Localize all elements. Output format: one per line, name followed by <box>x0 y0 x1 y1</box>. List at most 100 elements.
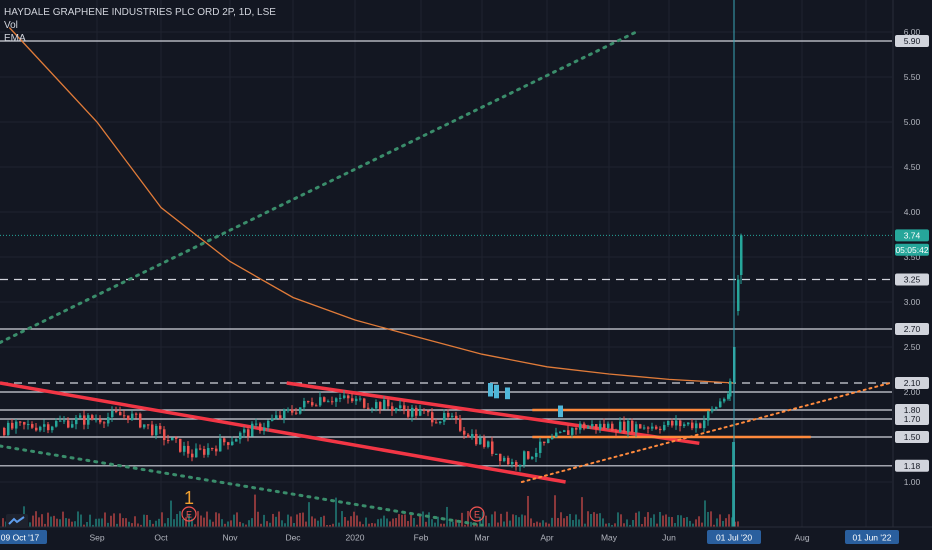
candle-body <box>567 430 570 435</box>
volume-bar <box>173 519 175 527</box>
volume-bar <box>656 523 658 527</box>
annotation-label: 1 <box>184 488 194 508</box>
volume-bar <box>425 521 427 527</box>
volume-bar <box>539 522 541 527</box>
candle-body <box>135 413 138 415</box>
tradingview-logo-icon[interactable] <box>6 514 28 528</box>
time-axis[interactable]: 09 Oct '17 Sep Oct Nov Dec 2020 Feb Mar Apr May Ju… <box>0 526 932 550</box>
volume-bar <box>584 523 586 527</box>
candle-body <box>19 421 22 423</box>
candle-body <box>631 420 634 433</box>
volume-bar <box>590 513 592 527</box>
volume-bar <box>377 519 379 527</box>
volume-bar <box>701 522 703 527</box>
volume-bars <box>2 442 739 527</box>
volume-bar <box>527 495 529 527</box>
candle-body <box>591 424 594 427</box>
candle-body <box>271 418 274 421</box>
volume-bar <box>131 523 133 527</box>
time-tick-label: Oct <box>154 533 168 543</box>
volume-bar <box>599 513 601 527</box>
volume-bar <box>302 512 304 527</box>
candle-body <box>91 415 94 420</box>
volume-bar <box>137 523 139 527</box>
volume-bar <box>242 523 244 527</box>
volume-bar <box>689 520 691 527</box>
price-tick-label: 2.50 <box>904 342 921 352</box>
candle-body <box>651 426 654 429</box>
volume-bar <box>665 514 667 527</box>
price-label-text: 3.74 <box>904 230 921 240</box>
volume-bar <box>659 511 661 527</box>
price-axis[interactable]: 6.005.505.004.504.003.503.002.502.001.50… <box>892 0 932 527</box>
candle-body <box>575 428 578 430</box>
volume-bar <box>605 523 607 527</box>
volume-bar <box>485 515 487 527</box>
candle-body <box>279 415 282 419</box>
candle-body <box>139 413 142 428</box>
volume-bar <box>77 511 79 527</box>
volume-bar <box>341 511 343 527</box>
volume-bar <box>176 513 178 527</box>
candle-body <box>219 438 222 452</box>
price-chart[interactable]: E E1 6.005.505.004.504.003.503.002.502.00… <box>0 0 932 550</box>
candle-body <box>579 423 582 430</box>
candle-body <box>723 398 726 402</box>
candle-body <box>115 410 118 413</box>
volume-bar <box>449 521 451 527</box>
candle-body <box>599 423 602 430</box>
candle-body <box>647 427 650 429</box>
legend-ema[interactable]: EMA <box>4 32 276 45</box>
candle-body <box>711 408 714 412</box>
volume-bar <box>500 513 502 527</box>
volume-bar <box>89 514 91 527</box>
candle-body <box>379 402 382 410</box>
volume-bar <box>86 521 88 527</box>
candle-body <box>415 407 418 416</box>
event-markers[interactable]: E E 1 <box>181 488 485 522</box>
volume-bar <box>206 511 208 527</box>
price-label-text: 3.25 <box>904 275 921 285</box>
volume-bar <box>221 519 223 527</box>
candle-body <box>95 419 98 421</box>
candle-body <box>663 425 666 431</box>
candle-body <box>431 412 434 423</box>
volume-bar <box>608 523 610 527</box>
volume-bar <box>395 518 397 527</box>
volume-bar <box>317 520 319 527</box>
volume-bar <box>521 514 523 527</box>
price-label-text: 5.90 <box>904 36 921 46</box>
volume-bar <box>200 515 202 527</box>
volume-bar <box>551 517 553 527</box>
volume-bar <box>182 518 184 527</box>
candle-body <box>119 412 122 416</box>
legend-vol[interactable]: Vol <box>4 19 276 32</box>
candle-body <box>427 410 430 413</box>
volume-bar <box>680 515 682 527</box>
volume-bar <box>389 521 391 527</box>
volume-bar <box>251 518 253 527</box>
volume-bar <box>263 514 265 527</box>
volume-bar <box>29 522 31 527</box>
candle-body <box>495 453 498 455</box>
volume-bar <box>446 506 448 527</box>
time-tick-label: Apr <box>540 533 553 543</box>
candle-body <box>375 402 378 409</box>
volume-bar <box>677 515 679 527</box>
candle-body <box>75 417 78 425</box>
volume-bar <box>620 514 622 527</box>
candle-body <box>479 437 482 445</box>
volume-bar <box>509 520 511 527</box>
volume-bar <box>275 516 277 527</box>
time-tick-label: Mar <box>475 533 490 543</box>
volume-bar <box>404 514 406 527</box>
volume-bar <box>668 516 670 527</box>
candle-body <box>491 441 494 454</box>
volume-bar <box>452 521 454 527</box>
volume-bar <box>566 516 568 527</box>
candle-body <box>255 423 258 425</box>
candle-body <box>719 401 722 408</box>
candle-body <box>239 432 242 440</box>
candle-body <box>263 427 266 431</box>
candle-body <box>11 422 14 429</box>
